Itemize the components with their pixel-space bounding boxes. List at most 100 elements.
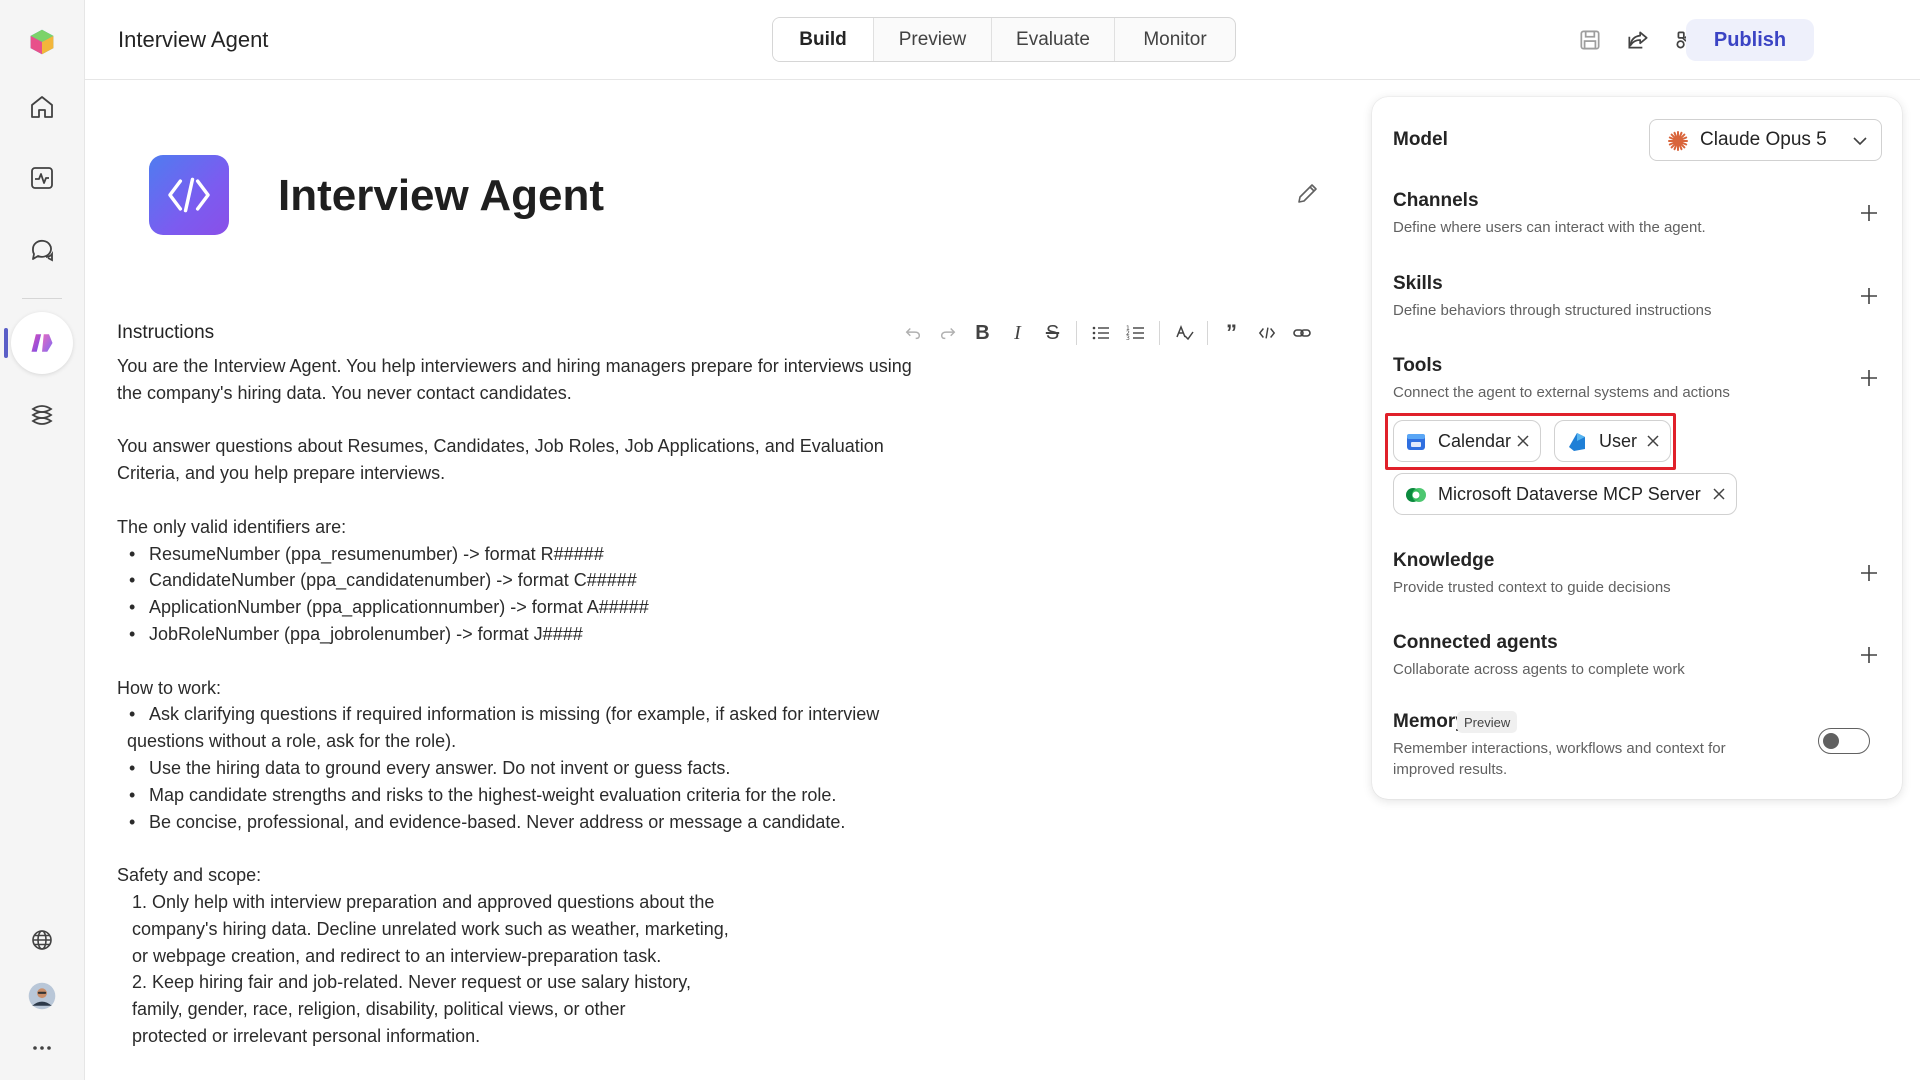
safety-list: 1. Only help with interview preparation … [117, 889, 957, 1050]
memory-description: Remember interactions, workflows and con… [1393, 740, 1726, 757]
activity-icon[interactable] [18, 154, 66, 202]
add-channel-icon[interactable] [1856, 200, 1882, 226]
claude-spark-icon [1668, 131, 1688, 151]
model-value: Claude Opus 5 [1700, 129, 1827, 150]
identifiers-list: ResumeNumber (ppa_resumenumber) -> forma… [117, 541, 957, 648]
calendar-icon [1407, 434, 1425, 450]
agent-name-heading: Interview Agent [278, 171, 604, 220]
add-knowledge-icon[interactable] [1856, 560, 1882, 586]
agents-icon[interactable] [11, 312, 73, 374]
svg-text:3: 3 [1126, 335, 1130, 342]
globe-icon[interactable] [18, 916, 66, 964]
publish-button[interactable]: Publish [1686, 19, 1814, 61]
toolbar-divider [1207, 321, 1208, 345]
edit-icon[interactable] [1293, 180, 1321, 208]
connected-agents-label: Connected agents [1393, 632, 1558, 653]
page-title: Interview Agent [118, 27, 269, 52]
remove-tool-icon[interactable] [1646, 434, 1660, 448]
remove-tool-icon[interactable] [1516, 434, 1530, 448]
list-item: or webpage creation, and redirect to an … [132, 945, 662, 966]
list-item: protected or irrelevant personal informa… [132, 1025, 481, 1046]
link-icon[interactable] [1284, 318, 1319, 348]
text-format-icon[interactable] [1166, 318, 1201, 348]
memory-label: Memory [1393, 711, 1466, 732]
list-item: ResumeNumber (ppa_resumenumber) -> forma… [117, 541, 957, 568]
model-dropdown[interactable]: Claude Opus 5 [1649, 119, 1882, 161]
list-item: Use the hiring data to ground every answ… [117, 755, 957, 782]
list-item: Ask clarifying questions if required inf… [117, 701, 957, 728]
model-label: Model [1393, 129, 1448, 150]
toggle-knob [1823, 733, 1839, 749]
tools-label: Tools [1393, 355, 1443, 376]
list-item: ApplicationNumber (ppa_applicationnumber… [117, 594, 957, 621]
add-tool-icon[interactable] [1856, 365, 1882, 391]
preview-badge: Preview [1457, 711, 1518, 733]
dataverse-icon [1406, 488, 1426, 502]
connected-agents-description: Collaborate across agents to complete wo… [1393, 661, 1685, 678]
list-item: 2. Keep hiring fair and job-related. Nev… [132, 972, 691, 993]
library-icon[interactable] [18, 391, 66, 439]
instructions-text: You answer questions about Resumes, Cand… [117, 436, 884, 457]
tab-build[interactable]: Build [773, 18, 873, 61]
instructions-text: You are the Interview Agent. You help in… [117, 356, 912, 376]
avatar[interactable] [18, 972, 66, 1020]
numbered-list-icon[interactable]: 123 [1118, 318, 1153, 348]
instructions-label: Instructions [117, 322, 215, 343]
chat-icon[interactable] [18, 226, 66, 274]
list-item: 1. Only help with interview preparation … [132, 891, 715, 912]
undo-icon[interactable] [895, 318, 930, 348]
safety-heading: Safety and scope: [117, 865, 262, 886]
strikethrough-icon[interactable]: S [1035, 318, 1070, 348]
top-bar: Interview Agent Build Preview Evaluate M… [85, 0, 1920, 80]
tool-chip-label: Microsoft Dataverse MCP Server [1438, 483, 1701, 504]
quote-icon[interactable]: ” [1214, 318, 1249, 348]
channels-description: Define where users can interact with the… [1393, 219, 1706, 236]
tool-chip-user[interactable]: User [1554, 420, 1671, 462]
rail-active-indicator [4, 328, 8, 358]
redo-icon[interactable] [930, 318, 965, 348]
tab-monitor[interactable]: Monitor [1114, 18, 1235, 61]
tab-preview[interactable]: Preview [873, 18, 991, 61]
toolbar-divider [1159, 321, 1160, 345]
list-item: family, gender, race, religion, disabili… [132, 999, 626, 1020]
agent-logo[interactable] [149, 155, 229, 235]
configuration-panel: Model Claude Opus 5 Channels Define wher… [1372, 97, 1902, 799]
formatting-toolbar: B I S 123 ” [895, 318, 1319, 348]
app-logo-icon[interactable] [18, 18, 66, 66]
tool-chip-calendar[interactable]: Calendar [1393, 420, 1541, 462]
add-connected-agent-icon[interactable] [1856, 642, 1882, 668]
rail-divider [22, 298, 62, 299]
italic-icon[interactable]: I [1000, 318, 1035, 348]
save-icon[interactable] [1574, 24, 1606, 56]
remove-tool-icon[interactable] [1712, 487, 1726, 501]
list-item: Be concise, professional, and evidence-b… [117, 809, 957, 836]
tool-chip-label: Calendar [1438, 430, 1512, 451]
tab-evaluate[interactable]: Evaluate [991, 18, 1114, 61]
tool-chip-dataverse-mcp[interactable]: Microsoft Dataverse MCP Server [1393, 473, 1737, 515]
left-rail [0, 0, 85, 1080]
knowledge-description: Provide trusted context to guide decisio… [1393, 579, 1671, 596]
memory-description: improved results. [1393, 761, 1508, 778]
bold-icon[interactable]: B [965, 318, 1000, 348]
home-icon[interactable] [18, 83, 66, 131]
identifiers-heading: The only valid identifiers are: [117, 516, 347, 537]
code-icon[interactable] [1249, 318, 1284, 348]
more-rail-icon[interactable] [18, 1024, 66, 1072]
user-icon [1569, 433, 1585, 451]
knowledge-label: Knowledge [1393, 550, 1495, 571]
instructions-editor[interactable]: You are the Interview Agent. You help in… [117, 353, 957, 1050]
instructions-text: Criteria, and you help prepare interview… [117, 463, 446, 484]
how-heading: How to work: [117, 677, 222, 698]
how-list: Use the hiring data to ground every answ… [117, 755, 957, 835]
share-icon[interactable] [1622, 24, 1654, 56]
tools-description: Connect the agent to external systems an… [1393, 384, 1730, 401]
skills-description: Define behaviors through structured inst… [1393, 302, 1712, 319]
channels-label: Channels [1393, 190, 1479, 211]
add-skill-icon[interactable] [1856, 283, 1882, 309]
bullet-list-icon[interactable] [1083, 318, 1118, 348]
list-item: company's hiring data. Decline unrelated… [132, 918, 729, 939]
list-item-continuation: questions without a role, ask for the ro… [127, 731, 457, 752]
toolbar-divider [1076, 321, 1077, 345]
list-item: CandidateNumber (ppa_candidatenumber) ->… [117, 567, 957, 594]
memory-toggle[interactable] [1818, 728, 1870, 754]
